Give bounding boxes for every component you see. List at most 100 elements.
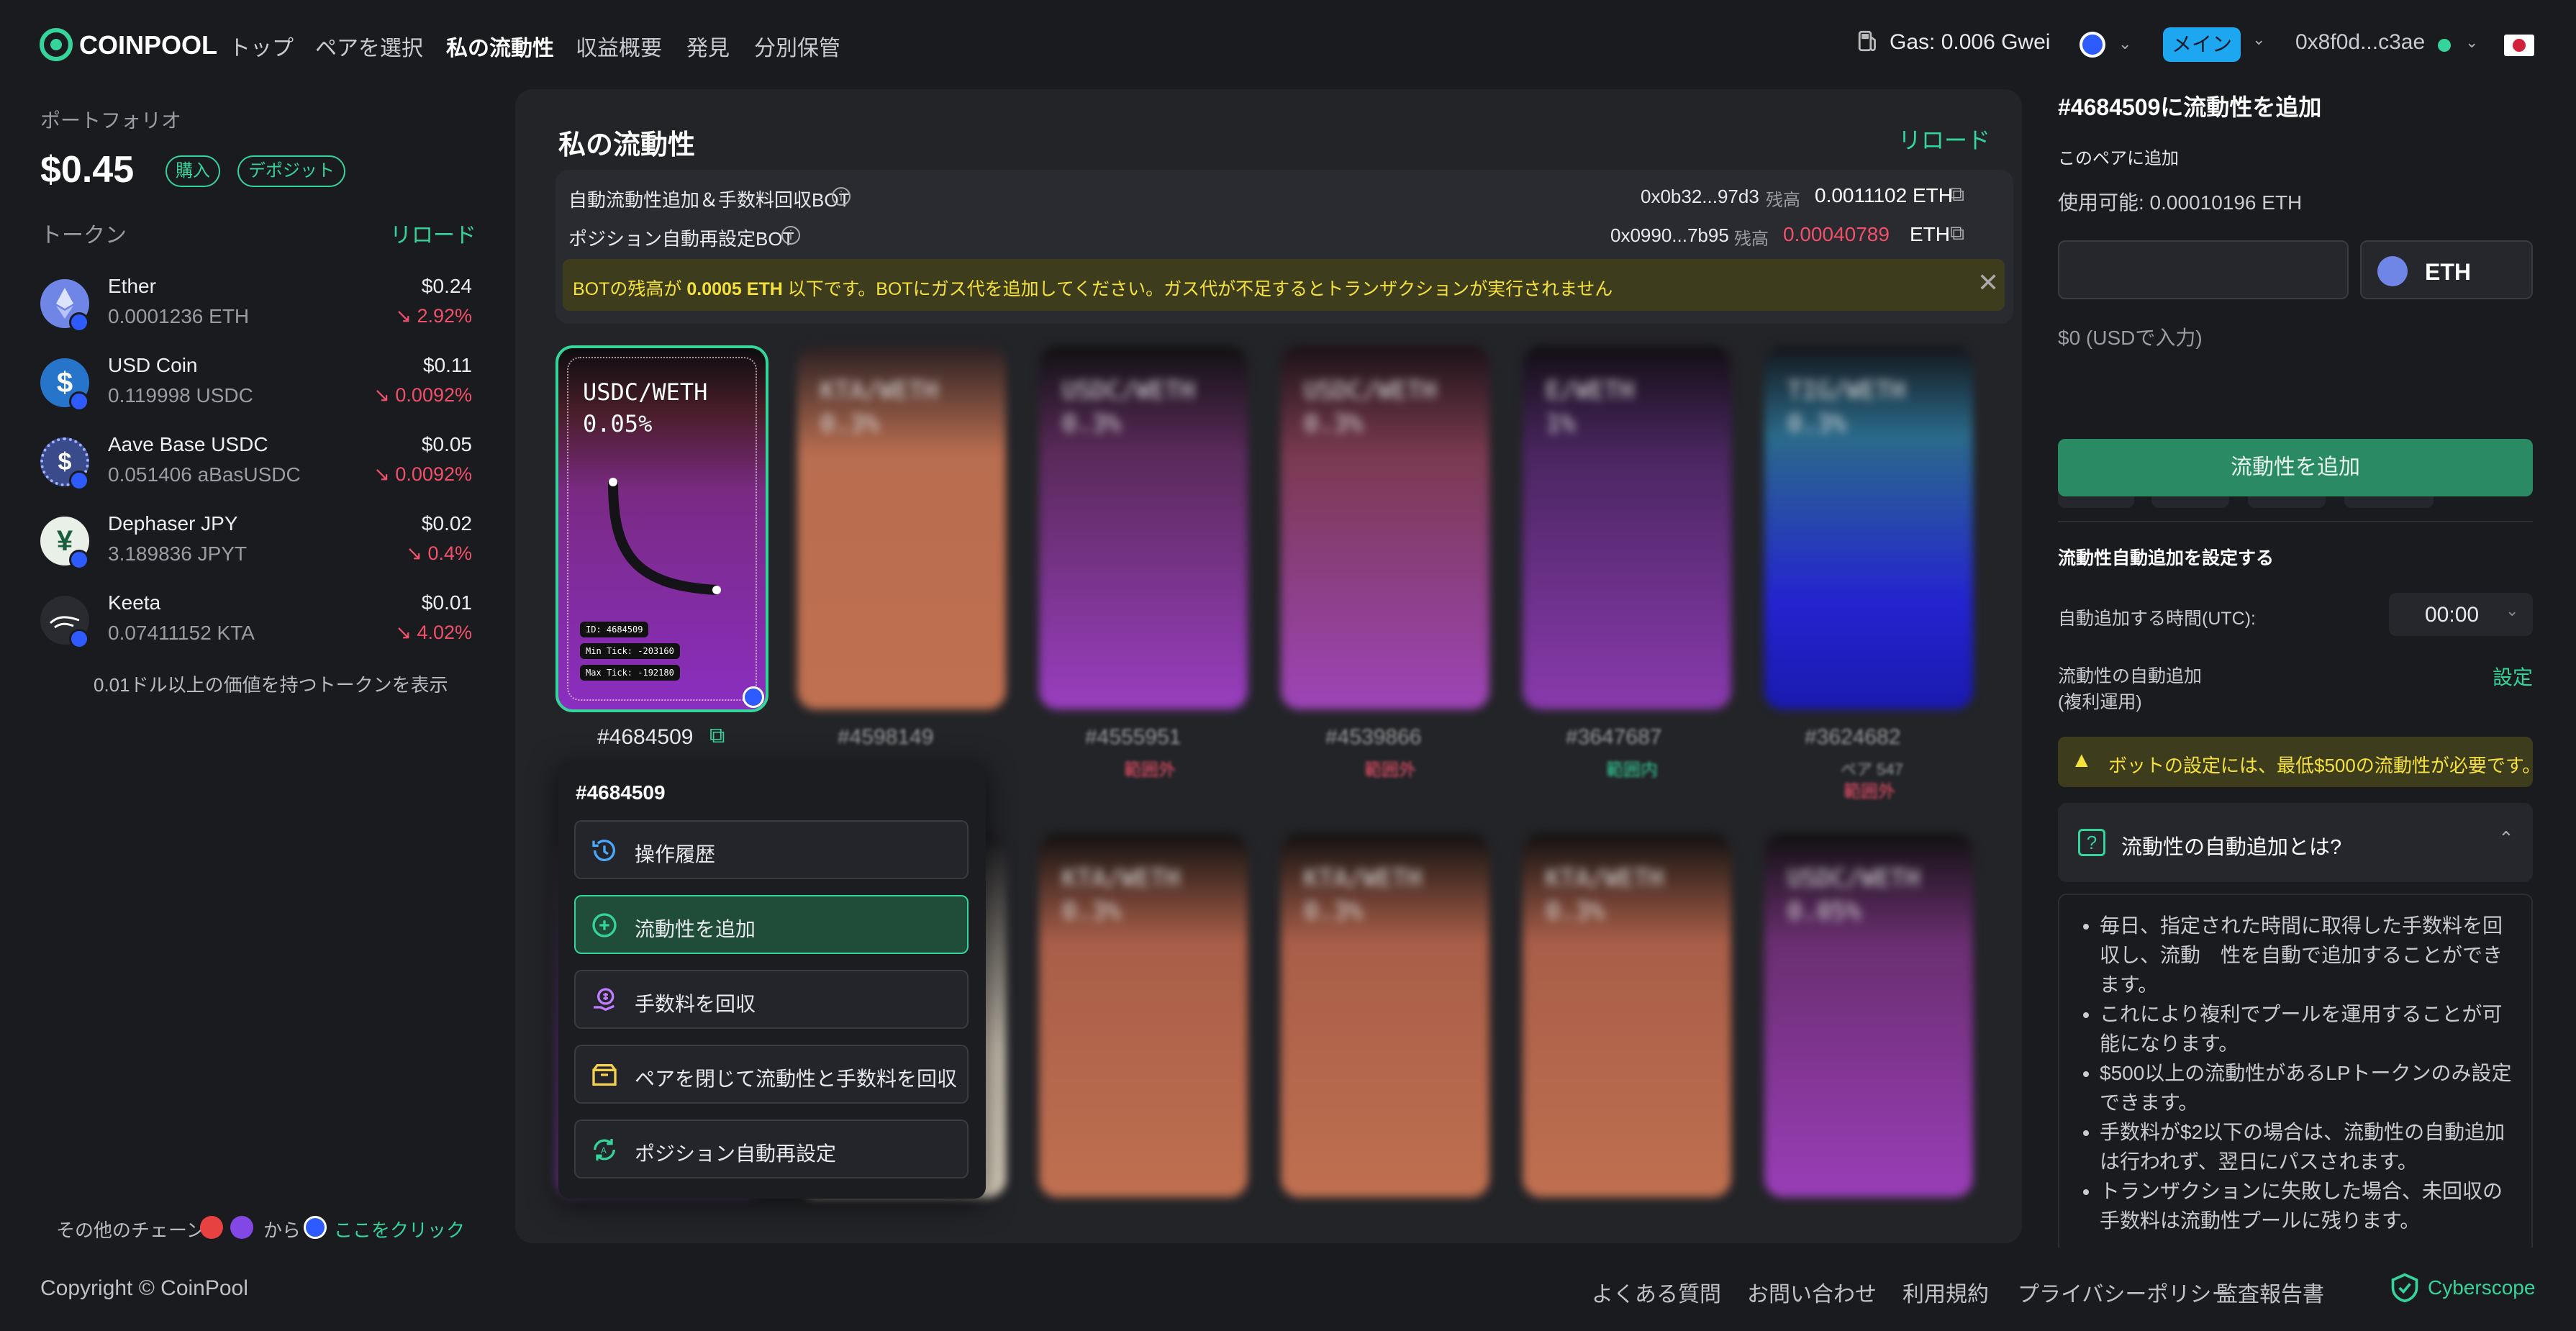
card-id[interactable]: #4555951 — [1085, 725, 1181, 750]
buy-button[interactable]: 購入 — [165, 155, 220, 187]
collect-fees-button[interactable]: 手数料を回収 — [574, 970, 969, 1029]
footer-link-terms[interactable]: 利用規約 — [1902, 1276, 1989, 1308]
token-row-dephaser-jpy[interactable]: ¥ Dephaser JPY 3.189836 JPYT $0.02 ↘ 0.4… — [0, 506, 472, 586]
card-max-tick: Max Tick: -192180 — [580, 665, 680, 681]
warning-part-c: 以下です。BOTにガス代を追加してください。ガス代が不足するとトランザクションが… — [787, 279, 1613, 299]
position-card[interactable]: KTA/WETH 0.3% — [1281, 833, 1489, 1197]
change-value: 4.02% — [417, 622, 472, 643]
reload-button[interactable]: リロード — [1898, 122, 1990, 155]
base-chain-badge-icon — [69, 312, 89, 332]
external-link-icon[interactable]: ⧉ — [1950, 222, 1964, 245]
card-label: USDC/WETH 0.05% — [1787, 862, 1920, 928]
question-icon: ? — [2078, 829, 2105, 856]
nav-custody[interactable]: 分別保管 — [754, 30, 840, 62]
title-id: #4684509 — [2058, 94, 2161, 120]
card-pair: KTA/WETH — [1062, 864, 1180, 893]
card-id[interactable]: #4539866 — [1325, 725, 1421, 750]
external-link-icon[interactable]: ⧉ — [709, 724, 725, 748]
warning-part-a: BOTの残高が — [573, 279, 682, 299]
add-liquidity-button[interactable]: 流動性を追加 — [574, 895, 969, 954]
card-fee: 0.3% — [1062, 897, 1121, 926]
add-liquidity-submit[interactable]: 流動性を追加 — [2058, 439, 2533, 496]
portfolio-value: $0.45 — [40, 149, 135, 191]
faq-item: トランザクションに失敗した場合、未回収の手数料は流動性プールに残ります。 — [2100, 1176, 2514, 1235]
token-change: ↘ 0.0092% — [373, 463, 472, 485]
position-card[interactable]: USDC/WETH 0.3% — [1039, 345, 1248, 709]
language-flag-icon[interactable] — [2504, 35, 2534, 56]
menu-item-label: ポジション自動再設定 — [635, 1143, 837, 1165]
close-icon[interactable]: ✕ — [1977, 268, 1999, 298]
settings-link[interactable]: 設定 — [2493, 662, 2533, 691]
nav-discover[interactable]: 発見 — [686, 30, 730, 62]
footer-link-privacy[interactable]: プライバシーポリシー — [2018, 1276, 2233, 1308]
footer-link-contact[interactable]: お問い合わせ — [1747, 1276, 1877, 1308]
card-label: KTA/WETH 0.3% — [1062, 862, 1180, 928]
card-id[interactable]: #4684509 — [597, 725, 693, 750]
token-select[interactable]: ETH — [2360, 240, 2533, 299]
card-id[interactable]: #3624682 — [1805, 725, 1900, 750]
external-link-icon[interactable]: ⧉ — [1950, 183, 1964, 206]
position-card[interactable]: USDC/WETH 0.05% — [1764, 833, 1973, 1197]
token-balance: 0.07411152 KTA — [108, 622, 255, 644]
cyberscope-badge[interactable]: Cyberscope — [2389, 1271, 2535, 1308]
card-label: KTA/WETH 0.3% — [1546, 862, 1664, 928]
faq-title: 流動性の自動追加とは? — [2121, 836, 2342, 859]
position-card[interactable]: TIG/WETH 0.3% — [1764, 345, 1973, 709]
faq-accordion[interactable]: ? 流動性の自動追加とは? ⌃ — [2058, 803, 2533, 882]
base-chain-badge-icon — [69, 471, 89, 491]
token-usd: $0.11 — [423, 354, 472, 376]
position-card[interactable]: E/WETH 1% — [1523, 345, 1731, 709]
nav-top[interactable]: トップ — [229, 30, 294, 62]
position-card[interactable]: KTA/WETH 0.3% — [1039, 833, 1248, 1197]
footer-link-audit[interactable]: 監査報告書 — [2216, 1276, 2324, 1308]
footer-link-faq[interactable]: よくある質問 — [1592, 1276, 1721, 1308]
show-more-tokens-link[interactable]: 0.01ドル以上の価値を持つトークンを表示 — [94, 671, 448, 697]
card-id-label: ID: 4684509 — [580, 622, 649, 637]
chevron-down-icon: ⌄ — [2505, 601, 2519, 619]
history-button[interactable]: 操作履歴 — [574, 820, 969, 879]
position-card-active[interactable]: USDC/WETH 0.05% ID: 4684509 Min Tick: -2… — [555, 345, 768, 712]
chain-selector[interactable]: ⌄ — [2080, 30, 2137, 59]
card-label: USDC/WETH 0.3% — [1062, 374, 1194, 440]
token-change: ↘ 4.02% — [395, 622, 472, 643]
token-balance: 0.0001236 ETH — [108, 305, 250, 327]
token-row-aave-base-usdc[interactable]: $ Aave Base USDC 0.051406 aBasUSDC $0.05… — [0, 427, 472, 506]
card-id[interactable]: #4598149 — [838, 725, 933, 750]
amount-input[interactable] — [2058, 240, 2349, 299]
bot2-label: ポジション自動再設定BOT — [568, 228, 794, 250]
position-card[interactable]: KTA/WETH 0.3% — [797, 345, 1006, 709]
faq-item: $500以上の流動性があるLPトークンのみ設定できます。 — [2100, 1058, 2514, 1117]
token-row-keeta[interactable]: Keeta 0.07411152 KTA $0.01 ↘ 4.02% — [0, 586, 472, 665]
nav-my-liquidity[interactable]: 私の流動性 — [446, 30, 554, 62]
nav-revenue[interactable]: 収益概要 — [576, 30, 662, 62]
token-row-ether[interactable]: Ether 0.0001236 ETH $0.24 ↘ 2.92% — [0, 269, 472, 348]
usd-input-toggle[interactable]: $0 (USDで入力) — [2058, 322, 2203, 351]
position-card[interactable]: USDC/WETH 0.3% — [1281, 345, 1489, 709]
svg-text:A: A — [601, 1146, 607, 1155]
network-selector[interactable]: メイン ⌄ — [2163, 27, 2271, 63]
other-chain-link[interactable]: ここをクリック — [334, 1216, 465, 1243]
info-icon[interactable]: i — [781, 226, 800, 245]
card-label: USDC/WETH 0.3% — [1304, 374, 1436, 440]
main-panel: 私の流動性 リロード 自動流動性追加＆手数料回収BOT i 0x0b32...9… — [515, 89, 2022, 1243]
bot1-address: 0x0b32...97d3 — [1641, 186, 1759, 207]
bot1-balance: 0.0011102 ETH — [1815, 184, 1953, 206]
token-row-usd-coin[interactable]: $ USD Coin 0.119998 USDC $0.11 ↘ 0.0092% — [0, 348, 472, 427]
token-balance: 0.119998 USDC — [108, 384, 253, 406]
menu-title: #4684509 — [576, 781, 666, 804]
nav-select-pair[interactable]: ペアを選択 — [315, 30, 423, 62]
bot1-balance-label: 残高 — [1766, 191, 1800, 210]
card-pair: USDC/WETH — [1304, 376, 1437, 405]
close-pair-button[interactable]: ペアを閉じて流動性と手数料を回収 — [574, 1045, 969, 1104]
position-card[interactable]: KTA/WETH 0.3% — [1523, 833, 1731, 1197]
tokens-reload-button[interactable]: リロード — [390, 217, 476, 249]
card-id[interactable]: #3647687 — [1566, 725, 1661, 750]
deposit-button[interactable]: デポジット — [237, 155, 345, 187]
auto-reposition-button[interactable]: A ポジション自動再設定 — [574, 1119, 969, 1178]
card-fee: 0.3% — [1546, 897, 1605, 926]
info-icon[interactable]: i — [832, 187, 851, 206]
wallet-selector[interactable]: 0x8f0d...c3ae ⌄ — [2295, 30, 2511, 59]
card-fee: 0.05% — [1787, 897, 1861, 926]
auto-add-sublabel: (複利運用) — [2058, 692, 2142, 712]
time-select[interactable]: 00:00 ⌄ — [2389, 593, 2533, 636]
